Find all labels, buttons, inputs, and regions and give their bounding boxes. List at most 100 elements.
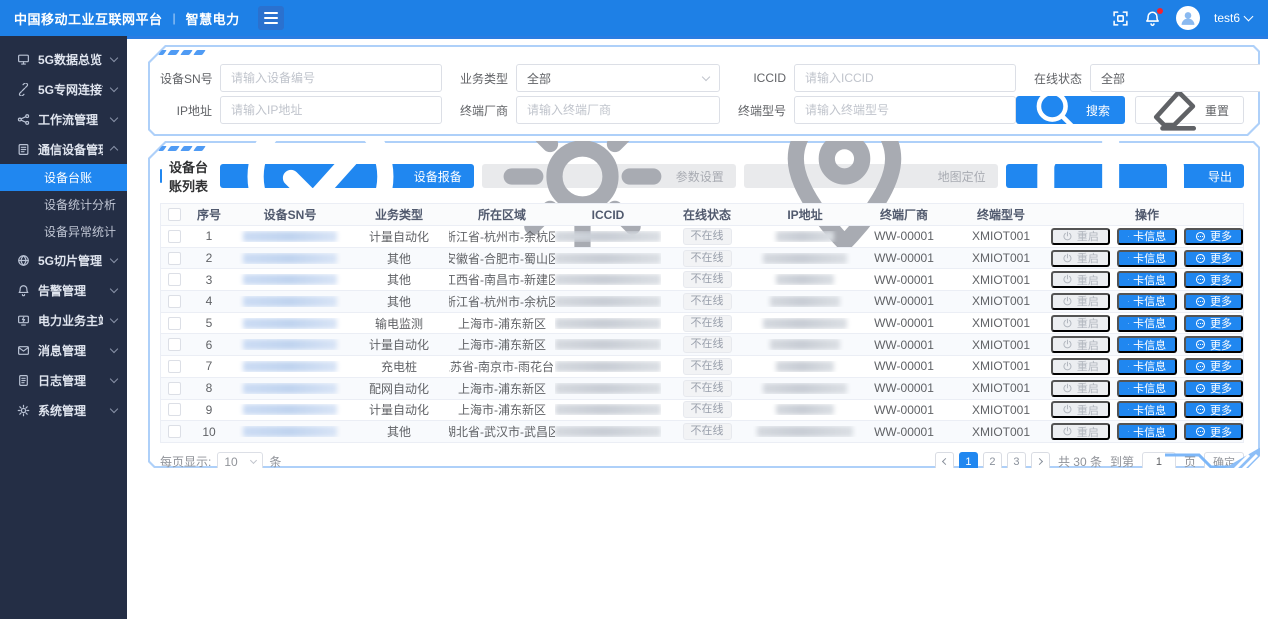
reset-button[interactable]: 重置 — [1135, 96, 1244, 124]
row-checkbox[interactable] — [168, 252, 181, 265]
sidebar-item-gear[interactable]: 系统管理 — [0, 395, 127, 425]
row-checkbox[interactable] — [168, 230, 181, 243]
cell-business-type: 配网自动化 — [349, 380, 449, 397]
more-button[interactable]: 更多 — [1184, 228, 1243, 245]
cell-iccid — [555, 426, 661, 437]
page-button-1[interactable]: 1 — [959, 452, 978, 471]
more-button[interactable]: 更多 — [1184, 423, 1243, 440]
card-info-button[interactable]: 卡信息 — [1117, 380, 1177, 397]
sidebar-subitem[interactable]: 设备台账 — [0, 164, 127, 191]
row-checkbox[interactable] — [168, 273, 181, 286]
cell-vendor: WW-00001 — [857, 381, 951, 395]
row-checkbox[interactable] — [168, 425, 181, 438]
username-dropdown[interactable]: test6 — [1214, 11, 1252, 25]
more-button[interactable]: 更多 — [1184, 336, 1243, 353]
select-all-checkbox[interactable] — [168, 208, 181, 221]
card-info-button[interactable]: 卡信息 — [1117, 250, 1177, 267]
fullscreen-icon[interactable] — [1112, 9, 1130, 27]
cell-online-status: 不在线 — [661, 293, 753, 310]
filter-input-IP地址[interactable] — [220, 96, 442, 124]
row-checkbox[interactable] — [168, 382, 181, 395]
filter-input-设备SN号[interactable] — [220, 64, 442, 92]
chevron-down-icon — [110, 375, 118, 383]
gear-icon — [17, 404, 30, 417]
card-info-button[interactable]: 卡信息 — [1117, 423, 1177, 440]
sidebar-subitem[interactable]: 设备异常统计 — [0, 218, 127, 245]
more-button[interactable]: 更多 — [1184, 315, 1243, 332]
card-info-button[interactable]: 卡信息 — [1117, 293, 1177, 310]
card-info-label: 卡信息 — [1133, 228, 1166, 244]
cell-model: XMIOT001 — [951, 251, 1051, 265]
cell-region: 安徽省-合肥市-蜀山区 — [449, 250, 555, 267]
notification-bell-icon[interactable] — [1144, 9, 1162, 27]
goto-page-input[interactable] — [1142, 452, 1176, 471]
sidebar-item-label: 5G数据总览 — [38, 51, 103, 68]
restart-button: 重启 — [1051, 228, 1110, 245]
sidebar-item-globe[interactable]: 5G切片管理 — [0, 245, 127, 275]
row-checkbox[interactable] — [168, 338, 181, 351]
row-checkbox[interactable] — [168, 403, 181, 416]
card-info-button[interactable]: 卡信息 — [1117, 228, 1177, 245]
pagination-bar: 每页显示: 10 条 123 共 30 条 到第 页 — [160, 452, 1244, 472]
goto-confirm-button[interactable]: 确定 — [1204, 452, 1244, 472]
per-page-select[interactable]: 10 — [217, 452, 263, 472]
filter-input-终端型号[interactable] — [794, 96, 1016, 124]
more-button[interactable]: 更多 — [1184, 271, 1243, 288]
redacted-sn-value — [243, 253, 337, 264]
filter-input-终端厂商[interactable] — [516, 96, 720, 124]
sidebar-item-power-station[interactable]: 电力业务主站管理 — [0, 305, 127, 335]
filter-select-在线状态[interactable]: 全部 — [1090, 64, 1268, 92]
page-button-3[interactable]: 3 — [1007, 452, 1026, 471]
cell-online-status: 不在线 — [661, 358, 753, 375]
card-info-button[interactable]: 卡信息 — [1117, 271, 1177, 288]
row-checkbox[interactable] — [168, 317, 181, 330]
sidebar-item-device-list[interactable]: 通信设备管理 — [0, 134, 127, 164]
more-button[interactable]: 更多 — [1184, 380, 1243, 397]
filter-input-ICCID[interactable] — [794, 64, 1016, 92]
cell-region: 上海市-浦东新区 — [449, 315, 555, 332]
more-button[interactable]: 更多 — [1184, 250, 1243, 267]
sidebar-item-link[interactable]: 5G专网连接管理 — [0, 74, 127, 104]
cell-actions: 重启卡信息更多 — [1051, 380, 1243, 397]
row-checkbox[interactable] — [168, 360, 181, 373]
cell-index: 3 — [187, 273, 231, 287]
more-button[interactable]: 更多 — [1184, 401, 1243, 418]
sidebar-item-monitor[interactable]: 5G数据总览 — [0, 44, 127, 74]
toolbar-button-导出[interactable]: 导出 — [1006, 164, 1244, 188]
page-button-2[interactable]: 2 — [983, 452, 1002, 471]
row-checkbox-cell — [161, 360, 187, 373]
card-info-button[interactable]: 卡信息 — [1117, 401, 1177, 418]
cell-actions: 重启卡信息更多 — [1051, 358, 1243, 375]
toolbar-button-设备报备[interactable]: 设备报备 — [220, 164, 474, 188]
monitor-icon — [17, 53, 30, 66]
cell-device-sn — [231, 318, 349, 329]
redacted-sn-value — [243, 318, 337, 329]
sidebar-item-mail[interactable]: 消息管理 — [0, 335, 127, 365]
hamburger-menu-icon[interactable] — [258, 6, 284, 30]
filter-select-业务类型[interactable]: 全部 — [516, 64, 720, 92]
next-page-button[interactable] — [1031, 452, 1050, 471]
toolbar-button-label: 导出 — [1208, 168, 1232, 185]
sidebar-item-log[interactable]: 日志管理 — [0, 365, 127, 395]
search-button[interactable]: 搜索 — [1016, 96, 1125, 124]
cell-actions: 重启卡信息更多 — [1051, 336, 1243, 353]
cell-ip-address — [753, 318, 857, 329]
sidebar-item-workflow[interactable]: 工作流管理 — [0, 104, 127, 134]
row-checkbox[interactable] — [168, 295, 181, 308]
prev-page-button[interactable] — [935, 452, 954, 471]
per-page-label: 每页显示: — [160, 453, 211, 470]
more-button[interactable]: 更多 — [1184, 293, 1243, 310]
restart-button: 重启 — [1051, 401, 1110, 418]
user-avatar[interactable] — [1176, 6, 1200, 30]
card-info-button[interactable]: 卡信息 — [1117, 358, 1177, 375]
card-info-button[interactable]: 卡信息 — [1117, 336, 1177, 353]
cell-vendor: WW-00001 — [857, 273, 951, 287]
redacted-sn-value — [243, 361, 337, 372]
sidebar-subitem[interactable]: 设备统计分析 — [0, 191, 127, 218]
table-row: 4其他浙江省-杭州市-余杭区不在线WW-00001XMIOT001重启卡信息更多 — [161, 291, 1243, 313]
sidebar-item-label: 日志管理 — [38, 372, 103, 389]
card-info-button[interactable]: 卡信息 — [1117, 315, 1177, 332]
more-button[interactable]: 更多 — [1184, 358, 1243, 375]
sidebar-item-alarm-bell[interactable]: 告警管理 — [0, 275, 127, 305]
sidebar: 5G数据总览 5G专网连接管理工作流管理通信设备管理设备台账设备统计分析设备异常统… — [0, 36, 127, 619]
